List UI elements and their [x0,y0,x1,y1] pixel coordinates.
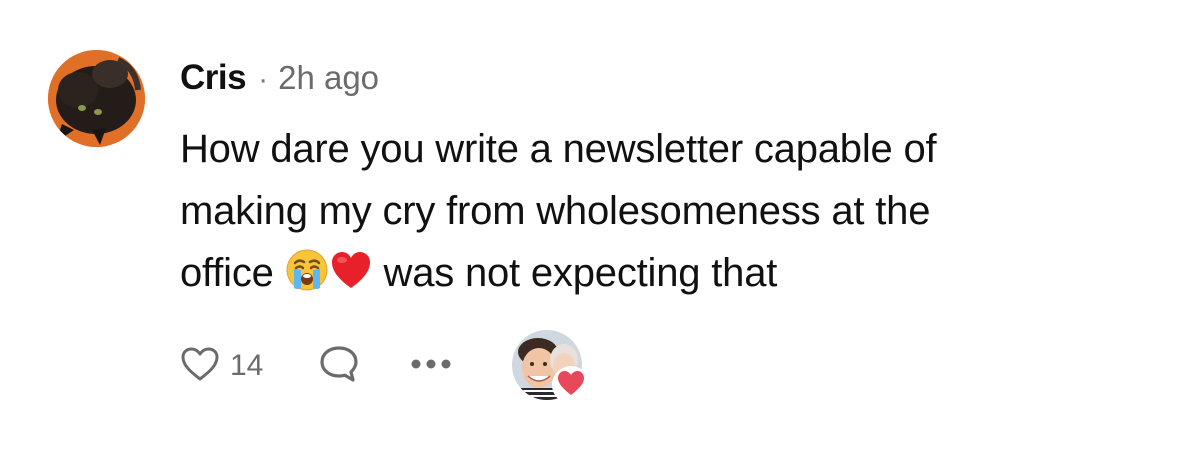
comment-meta: Cris · 2h ago [180,48,1160,108]
comment-timestamp[interactable]: 2h ago [278,48,379,108]
comment-body: Cris · 2h ago How dare you write a newsl… [180,48,1160,304]
like-count: 14 [230,349,264,382]
speech-bubble-icon [318,344,360,389]
more-dots-icon [410,357,452,375]
heart-outline-icon [180,346,220,387]
author-avatar[interactable] [48,50,145,147]
comment-text: How dare you write a newsletter capable … [180,118,1160,304]
red-heart-emoji [329,248,373,292]
author-name[interactable]: Cris [180,48,247,108]
comment-text-line: office was not expecting that [180,242,1160,304]
meta-separator: · [258,63,269,96]
heart-reaction-badge [552,366,591,404]
comment: Cris · 2h ago How dare you write a newsl… [48,48,1168,428]
crying-face-emoji [285,248,329,292]
like-button[interactable]: 14 [180,346,263,387]
comment-actions: 14 [180,330,591,404]
comment-text-segment: office [180,251,285,295]
cat-avatar-image [48,50,145,147]
author-reaction[interactable] [512,330,591,404]
comment-text-line: making my cry from wholesomeness at the [180,189,931,233]
filled-heart-icon [556,369,586,402]
comment-text-segment: was not expecting that [372,251,778,295]
reply-button[interactable] [318,344,360,389]
more-options-button[interactable] [410,357,452,375]
comment-text-line: How dare you write a newsletter capable … [180,127,937,171]
